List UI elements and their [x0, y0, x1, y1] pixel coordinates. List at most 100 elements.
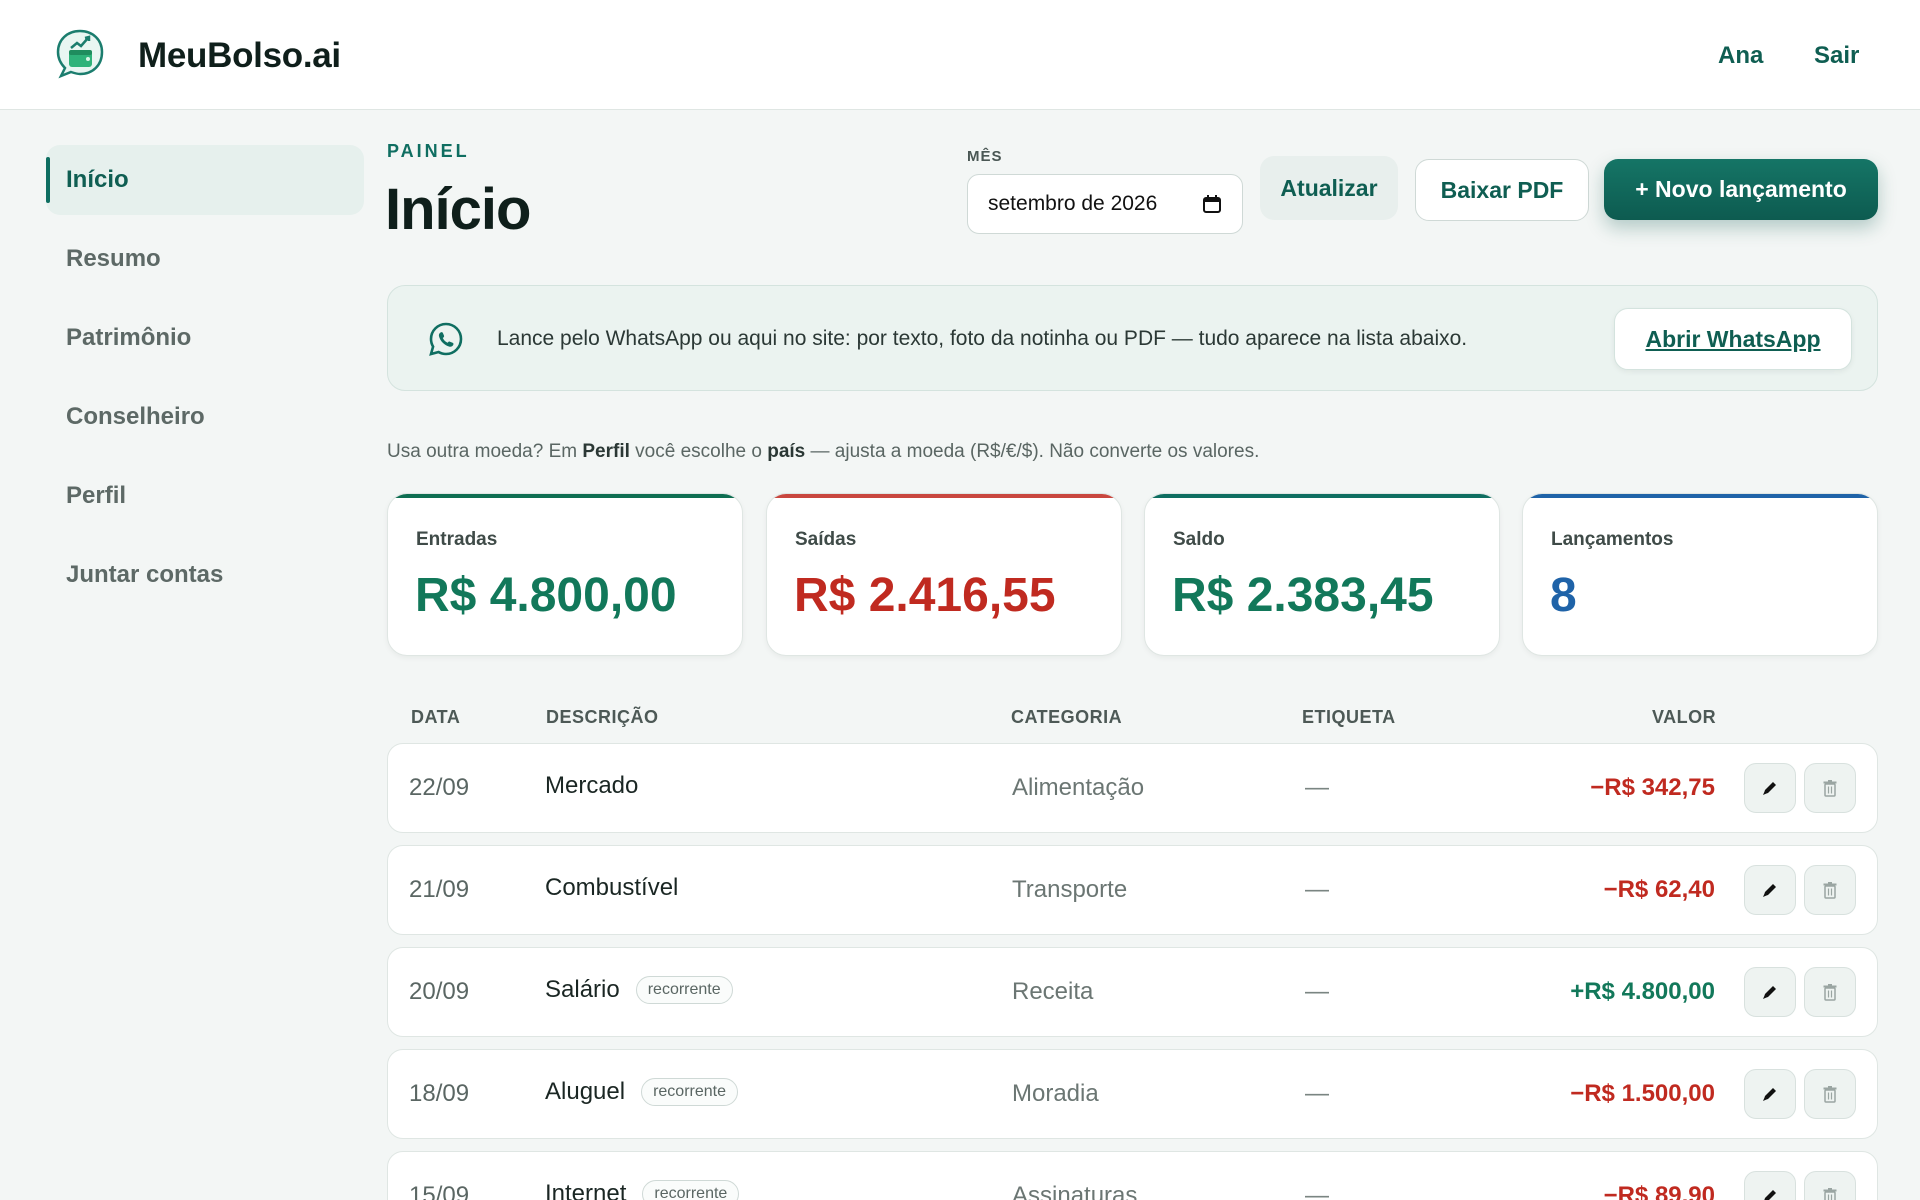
sidebar-item-conselheiro[interactable]: Conselheiro: [46, 382, 366, 452]
stat-label: Saldo: [1173, 529, 1225, 550]
row-description: Aluguel: [545, 1078, 626, 1105]
row-description-cell: Internet recorrente: [545, 1180, 740, 1200]
delete-button[interactable]: [1804, 763, 1856, 813]
trash-icon: [1822, 1187, 1838, 1200]
column-header-description: DESCRIÇÃO: [546, 707, 659, 727]
month-label: MÊS: [967, 148, 1003, 165]
hint-part2: você escolhe o: [629, 441, 768, 462]
row-description-cell: Aluguel recorrente: [545, 1078, 738, 1106]
stat-value: R$ 2.416,55: [794, 569, 1056, 622]
row-value: −R$ 62,40: [1603, 876, 1715, 903]
download-pdf-button[interactable]: Baixar PDF: [1415, 159, 1589, 221]
pencil-icon: [1760, 1186, 1780, 1200]
delete-button[interactable]: [1804, 1171, 1856, 1200]
brand-name: MeuBolso.ai: [138, 36, 341, 75]
delete-button[interactable]: [1804, 967, 1856, 1017]
row-date: 15/09: [409, 1182, 470, 1200]
stat-card-income: Entradas R$ 4.800,00: [387, 493, 743, 656]
edit-button[interactable]: [1744, 967, 1796, 1017]
stat-card-expenses: Saídas R$ 2.416,55: [766, 493, 1122, 656]
row-date: 20/09: [409, 978, 470, 1005]
top-bar: MeuBolso.ai Ana Sair: [0, 0, 1920, 110]
row-category: Alimentação: [1012, 774, 1145, 801]
recurring-badge: recorrente: [642, 1180, 740, 1200]
row-date: 22/09: [409, 774, 470, 801]
stat-value: R$ 4.800,00: [415, 569, 677, 622]
app-logo-icon[interactable]: [54, 28, 106, 80]
stat-value: R$ 2.383,45: [1172, 569, 1434, 622]
row-tag: —: [1305, 876, 1329, 903]
edit-button[interactable]: [1744, 1171, 1796, 1200]
row-value: −R$ 342,75: [1590, 774, 1715, 801]
stat-label: Lançamentos: [1551, 529, 1674, 550]
pencil-icon: [1760, 778, 1780, 798]
column-header-tag: ETIQUETA: [1302, 707, 1396, 727]
delete-button[interactable]: [1804, 1069, 1856, 1119]
row-description-cell: Combustível: [545, 874, 678, 902]
edit-button[interactable]: [1744, 1069, 1796, 1119]
row-description: Mercado: [545, 772, 639, 799]
recurring-badge: recorrente: [641, 1078, 738, 1106]
row-description-cell: Mercado: [545, 772, 638, 800]
table-row[interactable]: 22/09 Mercado Alimentação — −R$ 342,75: [387, 743, 1878, 833]
row-date: 18/09: [409, 1080, 470, 1107]
sidebar-item-resumo[interactable]: Resumo: [46, 224, 366, 294]
hint-part3: — ajusta a moeda (R$/€/$). Não converte …: [805, 441, 1260, 462]
hint-country: país: [767, 441, 806, 462]
pencil-icon: [1760, 880, 1780, 900]
row-value: +R$ 4.800,00: [1570, 978, 1715, 1005]
pencil-icon: [1760, 1084, 1780, 1104]
row-tag: —: [1305, 978, 1329, 1005]
edit-button[interactable]: [1744, 865, 1796, 915]
trash-icon: [1822, 983, 1838, 1001]
row-tag: —: [1305, 774, 1329, 801]
trash-icon: [1822, 779, 1838, 797]
row-tag: —: [1305, 1182, 1329, 1200]
page-title: Início: [385, 177, 531, 242]
user-link[interactable]: Ana: [1718, 42, 1763, 70]
hint-part1: Usa outra moeda? Em: [387, 441, 583, 462]
sidebar-item-inicio[interactable]: Início: [46, 145, 364, 215]
open-whatsapp-button[interactable]: Abrir WhatsApp: [1614, 308, 1852, 370]
sidebar-item-perfil[interactable]: Perfil: [46, 461, 366, 531]
hint-profile-link: Perfil: [582, 441, 630, 462]
row-description: Combustível: [545, 874, 679, 901]
table-row[interactable]: 18/09 Aluguel recorrente Moradia — −R$ 1.500,…: [387, 1049, 1878, 1139]
table-row[interactable]: 20/09 Salário recorrente Receita — +R$ 4.800,…: [387, 947, 1878, 1037]
month-picker[interactable]: setembro de 2026: [967, 174, 1243, 234]
trash-icon: [1822, 881, 1838, 899]
stat-card-balance: Saldo R$ 2.383,45: [1144, 493, 1500, 656]
stat-value: 8: [1550, 569, 1577, 622]
row-category: Transporte: [1012, 876, 1128, 903]
table-row[interactable]: 15/09 Internet recorrente Assinaturas — −R$ 8…: [387, 1151, 1878, 1200]
stat-label: Entradas: [416, 529, 498, 550]
column-header-category: CATEGORIA: [1011, 707, 1123, 727]
stat-label: Saídas: [795, 529, 857, 550]
whatsapp-banner: Lance pelo WhatsApp ou aqui no site: por…: [387, 285, 1878, 391]
page-eyebrow: PAINEL: [387, 141, 470, 161]
refresh-button[interactable]: Atualizar: [1260, 156, 1398, 220]
whatsapp-icon: [429, 322, 463, 356]
currency-hint: Usa outra moeda? Em Perfil você escolhe …: [387, 441, 1259, 463]
row-tag: —: [1305, 1080, 1329, 1107]
calendar-icon[interactable]: [1202, 194, 1222, 214]
table-row[interactable]: 21/09 Combustível Transporte — −R$ 62,40: [387, 845, 1878, 935]
sidebar: Início Resumo Patrimônio Conselheiro Per…: [46, 145, 366, 619]
row-category: Receita: [1012, 978, 1094, 1005]
sidebar-item-juntar-contas[interactable]: Juntar contas: [46, 540, 366, 610]
row-category: Moradia: [1012, 1080, 1099, 1107]
trash-icon: [1822, 1085, 1838, 1103]
column-header-date: DATA: [411, 707, 461, 727]
column-header-value: VALOR: [1652, 707, 1717, 727]
sidebar-item-patrimonio[interactable]: Patrimônio: [46, 303, 366, 373]
row-description-cell: Salário recorrente: [545, 976, 733, 1004]
new-entry-button[interactable]: + Novo lançamento: [1604, 159, 1878, 220]
pencil-icon: [1760, 982, 1780, 1002]
delete-button[interactable]: [1804, 865, 1856, 915]
edit-button[interactable]: [1744, 763, 1796, 813]
logout-link[interactable]: Sair: [1814, 42, 1859, 70]
row-date: 21/09: [409, 876, 470, 903]
recurring-badge: recorrente: [635, 976, 733, 1004]
month-value: setembro de 2026: [988, 192, 1158, 215]
row-category: Assinaturas: [1012, 1182, 1138, 1200]
